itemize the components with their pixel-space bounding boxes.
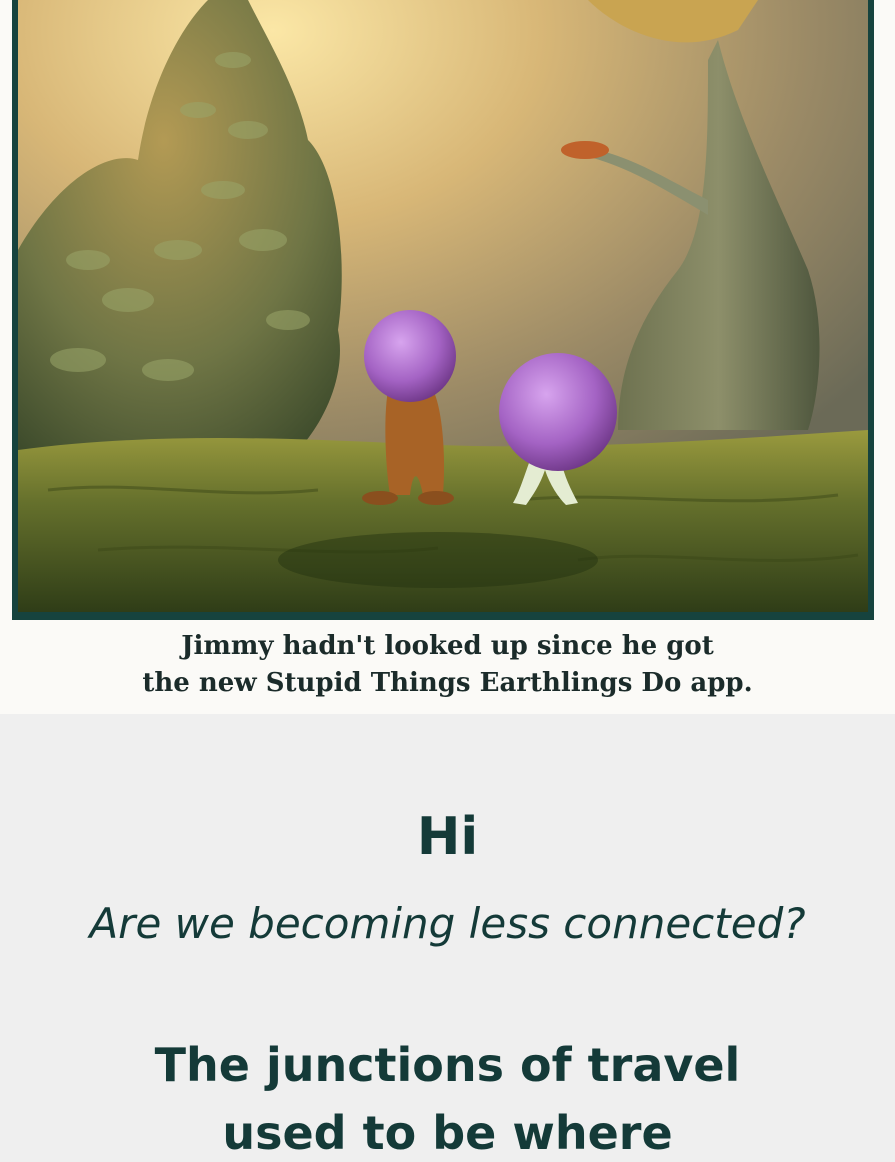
alien-right-head xyxy=(499,353,617,471)
body-text-line-2: used to be where xyxy=(222,1106,673,1160)
illustration-caption: Jimmy hadn't looked up since he got the … xyxy=(0,628,895,702)
caption-line-1: Jimmy hadn't looked up since he got xyxy=(181,631,714,661)
post-section: Hi Are we becoming less connected? The j… xyxy=(0,714,895,1160)
question-subheading: Are we becoming less connected? xyxy=(89,899,806,948)
caption-line-2: the new Stupid Things Earthlings Do app. xyxy=(142,668,753,698)
held-object xyxy=(561,141,609,159)
body-text-line-1: The junctions of travel xyxy=(154,1038,741,1092)
illustration-section: Jimmy hadn't looked up since he got the … xyxy=(0,0,895,714)
alien-left-head xyxy=(364,310,456,402)
illustration-frame xyxy=(12,0,874,620)
greeting-heading: Hi xyxy=(416,807,479,867)
alien-creatures-illustration xyxy=(18,0,868,612)
